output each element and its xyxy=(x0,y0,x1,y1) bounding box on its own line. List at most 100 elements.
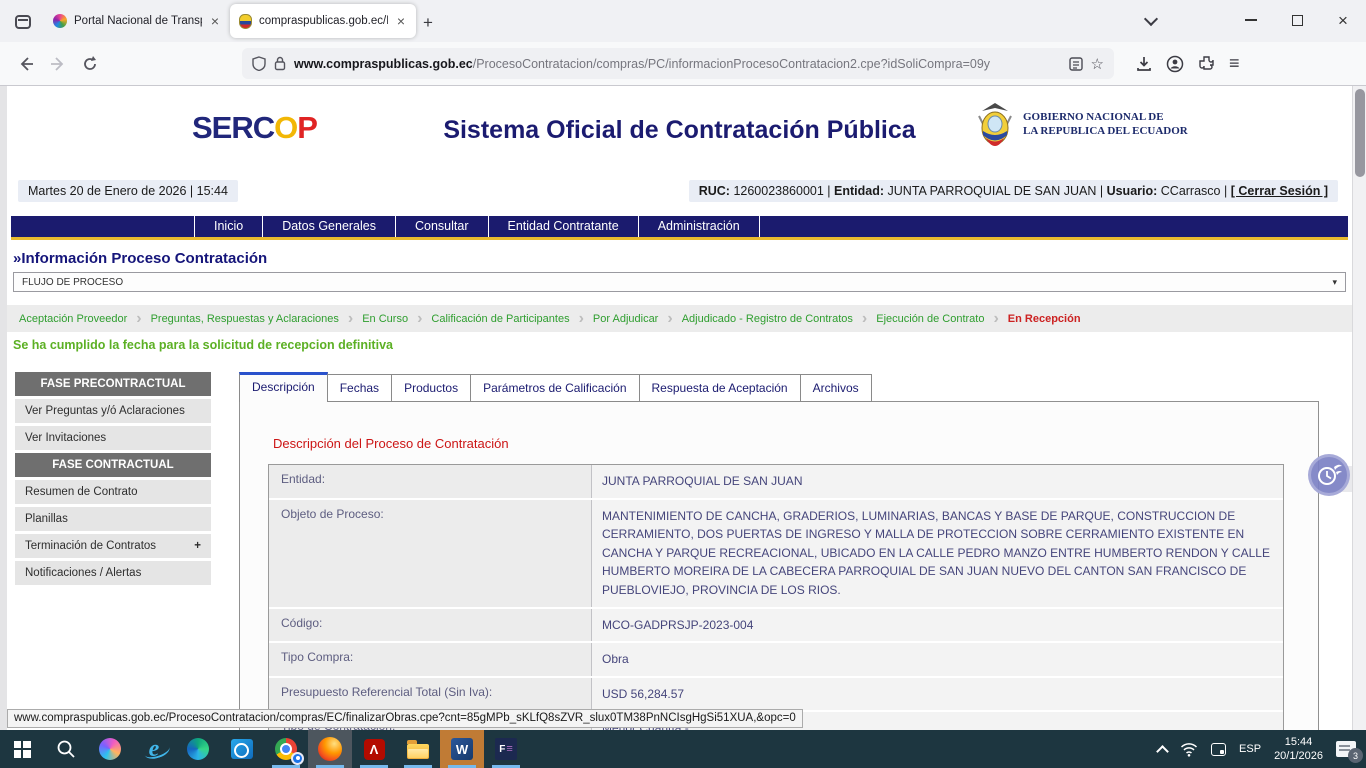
step-ejecucion: Ejecución de Contrato xyxy=(876,313,984,325)
close-button[interactable]: × xyxy=(1320,0,1366,40)
step-aceptacion-proveedor: Aceptación Proveedor xyxy=(19,313,127,325)
row-label: Código: xyxy=(269,609,591,642)
menu-item-entidad-contratante[interactable]: Entidad Contratante xyxy=(489,216,639,237)
tab-parametros[interactable]: Parámetros de Calificación xyxy=(471,374,639,402)
tab-descripcion[interactable]: Descripción xyxy=(239,372,328,402)
sidebar-item-notificaciones[interactable]: Notificaciones / Alertas xyxy=(15,561,211,585)
expand-plus-icon[interactable]: + xyxy=(194,540,201,552)
outlook-button[interactable] xyxy=(220,730,264,768)
step-separator-icon: › xyxy=(862,310,867,328)
reload-button[interactable] xyxy=(74,49,106,79)
acrobat-button[interactable]: Λ xyxy=(352,730,396,768)
tab-archivos[interactable]: Archivos xyxy=(801,374,872,402)
row-value: JUNTA PARROQUIAL DE SAN JUAN xyxy=(591,465,1283,498)
browser-tab-compraspublicas[interactable]: compraspublicas.gob.ec/Proces × xyxy=(230,4,416,38)
step-separator-icon: › xyxy=(348,310,353,328)
bookmark-star-icon[interactable]: ☆ xyxy=(1091,55,1104,73)
feo-app-icon: F≡ xyxy=(495,738,517,760)
table-row: Presupuesto Referencial Total (Sin Iva):… xyxy=(269,678,1283,713)
page-scrollbar[interactable] xyxy=(1352,86,1366,730)
extensions-icon[interactable] xyxy=(1198,55,1215,72)
gold-divider xyxy=(11,237,1348,240)
time-extension-badge[interactable] xyxy=(1308,454,1350,496)
chrome-button[interactable] xyxy=(264,730,308,768)
shield-icon xyxy=(252,56,266,71)
forward-button[interactable] xyxy=(42,49,74,79)
window-controls: × xyxy=(1228,0,1366,40)
status-message: Se ha cumplido la fecha para la solicitu… xyxy=(13,338,1352,352)
sidebar-section-contractual: FASE CONTRACTUAL xyxy=(15,453,211,477)
menu-icon[interactable]: ≡ xyxy=(1229,53,1240,74)
chrome-profile-badge xyxy=(291,752,304,765)
tab-close-icon[interactable]: × xyxy=(209,13,221,29)
sidebar-item-ver-invitaciones[interactable]: Ver Invitaciones xyxy=(15,426,211,450)
tab-fechas[interactable]: Fechas xyxy=(328,374,392,402)
sidebar-item-resumen-contrato[interactable]: Resumen de Contrato xyxy=(15,480,211,504)
tab-respuesta[interactable]: Respuesta de Aceptación xyxy=(640,374,801,402)
search-button[interactable] xyxy=(44,730,88,768)
menu-item-inicio[interactable]: Inicio xyxy=(194,216,263,237)
browser-tab-portal[interactable]: Portal Nacional de Transparenci × xyxy=(44,4,230,38)
minimize-icon xyxy=(1245,19,1257,21)
flow-select-label: FLUJO DE PROCESO xyxy=(22,277,123,288)
language-indicator[interactable]: ESP xyxy=(1239,743,1261,755)
menu-item-datos-generales[interactable]: Datos Generales xyxy=(263,216,396,237)
description-panel: Descripción del Proceso de Contratación … xyxy=(239,401,1319,730)
process-detail-table: Entidad:JUNTA PARROQUIAL DE SAN JUAN Obj… xyxy=(268,464,1284,730)
url-bar[interactable]: www.compraspublicas.gob.ec/ProcesoContra… xyxy=(242,48,1114,79)
select-arrow-icon: ▾ xyxy=(1332,277,1337,288)
portal-favicon-icon xyxy=(53,14,67,28)
menu-item-administracion[interactable]: Administración xyxy=(639,216,760,237)
list-all-tabs-icon[interactable] xyxy=(1146,14,1156,24)
row-value: MANTENIMIENTO DE CANCHA, GRADERIOS, LUMI… xyxy=(591,500,1283,607)
back-button[interactable] xyxy=(10,49,42,79)
copilot-icon xyxy=(99,738,121,760)
copilot-button[interactable] xyxy=(88,730,132,768)
row-value: Obra xyxy=(591,643,1283,676)
feo-app-button[interactable]: F≡ xyxy=(484,730,528,768)
firefox-button[interactable] xyxy=(308,730,352,768)
maximize-button[interactable] xyxy=(1274,0,1320,40)
reload-icon xyxy=(82,56,98,72)
notification-center-icon[interactable]: 3 xyxy=(1336,741,1356,757)
main-menu: Inicio Datos Generales Consultar Entidad… xyxy=(11,216,1348,237)
start-button[interactable] xyxy=(0,730,44,768)
word-button[interactable]: W xyxy=(440,730,484,768)
file-explorer-button[interactable] xyxy=(396,730,440,768)
sidebar-item-terminacion-contratos[interactable]: Terminación de Contratos+ xyxy=(15,534,211,558)
flow-process-select[interactable]: FLUJO DE PROCESO ▾ xyxy=(13,272,1346,292)
tray-expand-icon[interactable] xyxy=(1156,745,1169,758)
system-tray: ESP 15:44 20/1/2026 3 xyxy=(1158,730,1366,768)
new-tab-button[interactable]: + xyxy=(423,13,433,33)
scrollbar-thumb[interactable] xyxy=(1355,89,1365,177)
edge-button[interactable] xyxy=(176,730,220,768)
sidebar-item-planillas[interactable]: Planillas xyxy=(15,507,211,531)
step-por-adjudicar: Por Adjudicar xyxy=(593,313,658,325)
ruc-value: 1260023860001 xyxy=(733,184,823,198)
sidebar-item-ver-preguntas[interactable]: Ver Preguntas y/ó Aclaraciones xyxy=(15,399,211,423)
taskbar-clock[interactable]: 15:44 20/1/2026 xyxy=(1274,735,1323,764)
logout-link[interactable]: [ Cerrar Sesión ] xyxy=(1231,184,1328,198)
session-chip: RUC: 1260023860001 | Entidad: JUNTA PARR… xyxy=(689,180,1338,202)
entity-value: JUNTA PARROQUIAL DE SAN JUAN xyxy=(888,184,1097,198)
user-label: Usuario: xyxy=(1107,184,1158,198)
downloads-icon[interactable] xyxy=(1136,56,1152,72)
internet-explorer-button[interactable]: e xyxy=(132,730,176,768)
compraspublicas-favicon-icon xyxy=(239,14,252,29)
government-text: GOBIERNO NACIONAL DE LA REPUBLICA DEL EC… xyxy=(1023,111,1188,139)
wifi-icon[interactable] xyxy=(1180,742,1198,757)
notification-badge: 3 xyxy=(1348,748,1363,763)
account-icon[interactable] xyxy=(1166,55,1184,73)
tab-close-icon[interactable]: × xyxy=(395,13,407,29)
tab-productos[interactable]: Productos xyxy=(392,374,471,402)
menu-item-consultar[interactable]: Consultar xyxy=(396,216,489,237)
reader-view-icon[interactable] xyxy=(1069,57,1083,71)
minimize-button[interactable] xyxy=(1228,0,1274,40)
step-calificacion: Calificación de Participantes xyxy=(431,313,569,325)
firefox-view-button[interactable] xyxy=(8,7,38,37)
step-adjudicado: Adjudicado - Registro de Contratos xyxy=(682,313,853,325)
row-value: MCO-GADPRSJP-2023-004 xyxy=(591,609,1283,642)
row-label: Presupuesto Referencial Total (Sin Iva): xyxy=(269,678,591,711)
internet-explorer-icon: e xyxy=(149,737,160,761)
tray-device-icon[interactable] xyxy=(1211,743,1226,756)
